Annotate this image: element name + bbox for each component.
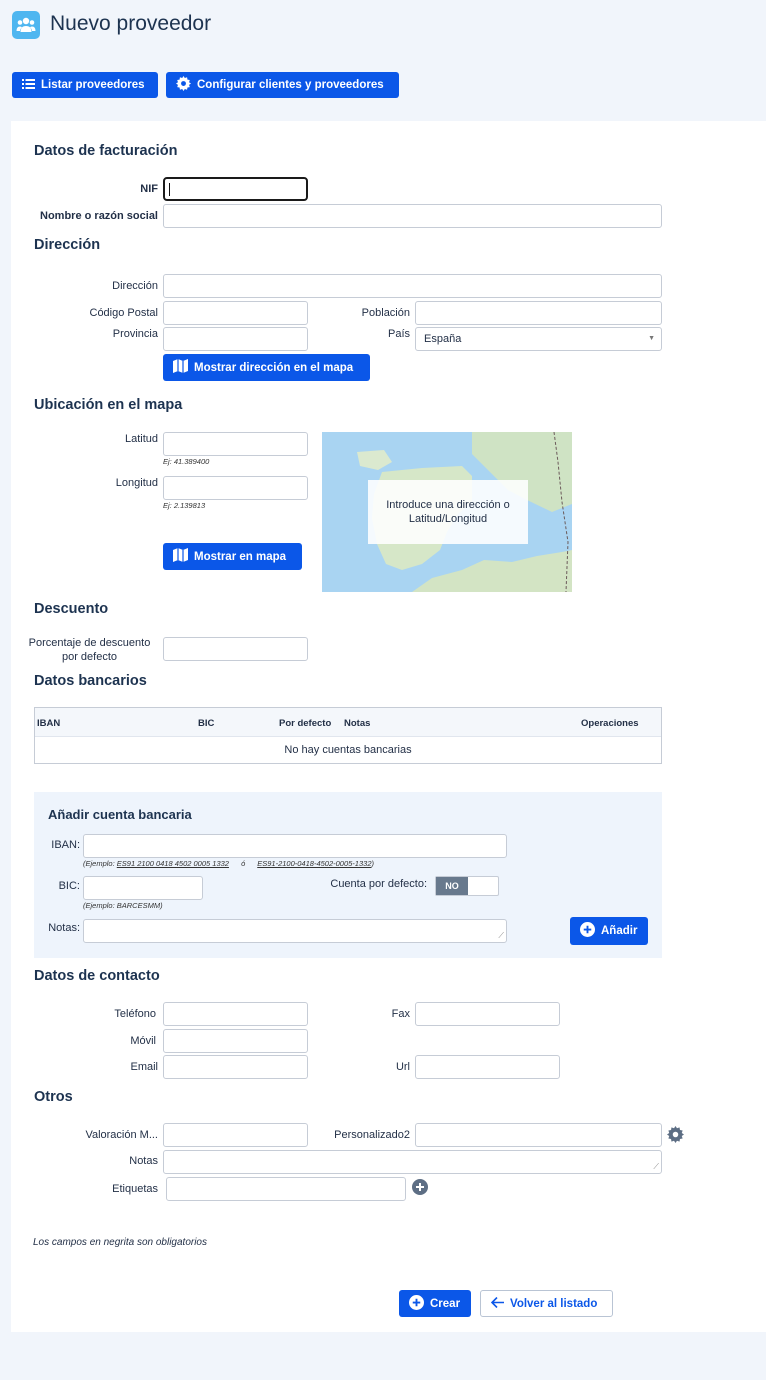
province-input[interactable]: [163, 327, 308, 351]
column-header-operations: Operaciones: [581, 718, 639, 729]
list-suppliers-button[interactable]: Listar proveedores: [12, 72, 158, 98]
resize-grip-icon: ⟋: [653, 1162, 659, 1171]
users-icon: [12, 11, 40, 39]
show-on-map-button[interactable]: Mostrar en mapa: [163, 543, 302, 570]
longitude-input[interactable]: [163, 476, 308, 500]
custom-field-input[interactable]: [415, 1123, 662, 1147]
email-input[interactable]: [163, 1055, 308, 1079]
location-map[interactable]: Introduce una dirección o Latitud/Longit…: [322, 432, 572, 592]
bank-notes-textarea[interactable]: ⟋: [83, 919, 507, 943]
iban-example-link[interactable]: ES91 2100 0418 4502 0005 1332: [117, 859, 229, 868]
empty-table-message: No hay cuentas bancarias: [284, 744, 412, 756]
add-tag-icon[interactable]: [412, 1179, 428, 1198]
tags-input[interactable]: [166, 1177, 406, 1201]
default-account-label: Cuenta por defecto:: [330, 878, 427, 890]
plus-circle-icon: [409, 1294, 424, 1313]
column-header-notes: Notas: [344, 718, 371, 729]
column-header-bic: BIC: [198, 718, 215, 729]
url-input[interactable]: [415, 1055, 560, 1079]
city-label: Población: [361, 307, 410, 319]
bank-accounts-table: IBAN BIC Por defecto Notas Operaciones N…: [34, 707, 662, 764]
country-label: País: [387, 328, 410, 340]
postal-code-input[interactable]: [163, 301, 308, 325]
nif-input[interactable]: [163, 177, 308, 201]
bic-input[interactable]: [83, 876, 203, 900]
bank-section-title: Datos bancarios: [34, 673, 147, 689]
bic-hint: (Ejemplo: BARCESMM): [83, 901, 163, 910]
map-icon: [173, 359, 188, 376]
default-account-toggle[interactable]: NO: [435, 876, 499, 896]
discount-input[interactable]: [163, 637, 308, 661]
province-label: Provincia: [112, 328, 158, 340]
other-notes-label: Notas: [129, 1155, 158, 1167]
show-address-map-button[interactable]: Mostrar dirección en el mapa: [163, 354, 370, 381]
back-to-list-button[interactable]: Volver al listado: [480, 1290, 613, 1317]
column-header-default: Por defecto: [279, 718, 332, 729]
latitude-hint: Ej: 41.389400: [163, 457, 210, 466]
required-fields-note: Los campos en negrita son obligatorios: [33, 1237, 207, 1248]
nif-label: NIF: [140, 183, 158, 195]
mobile-label: Móvil: [130, 1035, 156, 1047]
iban-label: IBAN:: [51, 839, 80, 851]
city-input[interactable]: [415, 301, 662, 325]
iban-input[interactable]: [83, 834, 507, 858]
email-label: Email: [130, 1061, 158, 1073]
rating-label: Valoración M...: [85, 1129, 158, 1141]
fax-input[interactable]: [415, 1002, 560, 1026]
list-icon: [22, 78, 35, 92]
longitude-hint: Ej: 2.139813: [163, 501, 206, 510]
billing-section-title: Datos de facturación: [34, 143, 178, 159]
address-section-title: Dirección: [34, 237, 101, 253]
latitude-label: Latitud: [124, 433, 158, 445]
iban-hint: (Ejemplo: ES91 2100 0418 4502 0005 1332 …: [83, 859, 374, 868]
discount-label: Porcentaje de descuento por defecto: [28, 637, 151, 663]
rating-input[interactable]: [163, 1123, 308, 1147]
chevron-down-icon: ▼: [648, 335, 655, 342]
mobile-input[interactable]: [163, 1029, 308, 1053]
add-bank-account-title: Añadir cuenta bancaria: [48, 807, 192, 822]
discount-section-title: Descuento: [34, 601, 109, 617]
plus-circle-icon: [580, 922, 595, 940]
longitude-label: Longitud: [115, 477, 158, 489]
configure-clients-button[interactable]: Configurar clientes y proveedores: [166, 72, 399, 98]
bic-label: BIC:: [58, 880, 80, 892]
address-label: Dirección: [112, 280, 158, 292]
create-button[interactable]: Crear: [399, 1290, 471, 1317]
page-title: Nuevo proveedor: [50, 12, 212, 35]
gear-icon[interactable]: [667, 1126, 684, 1146]
other-notes-textarea[interactable]: ⟋: [163, 1150, 662, 1174]
location-section-title: Ubicación en el mapa: [34, 397, 183, 413]
contact-section-title: Datos de contacto: [34, 968, 160, 984]
map-message: Introduce una dirección o Latitud/Longit…: [368, 480, 528, 544]
add-bank-account-button[interactable]: Añadir: [570, 917, 648, 945]
phone-input[interactable]: [163, 1002, 308, 1026]
phone-label: Teléfono: [114, 1008, 156, 1020]
tags-label: Etiquetas: [112, 1183, 158, 1195]
others-section-title: Otros: [34, 1089, 73, 1105]
postal-code-label: Código Postal: [89, 307, 159, 319]
iban-example-dashed-link[interactable]: ES91-2100-0418-4502-0005-1332: [257, 859, 371, 868]
gear-icon: [176, 76, 191, 94]
country-select[interactable]: España ▼: [415, 327, 662, 351]
bank-notes-label: Notas:: [48, 922, 80, 934]
custom-field-label: Personalizado2: [334, 1129, 410, 1141]
map-icon: [173, 548, 188, 565]
fax-label: Fax: [391, 1008, 410, 1020]
company-name-input[interactable]: [163, 204, 662, 228]
arrow-left-icon: [490, 1296, 504, 1311]
resize-grip-icon: ⟋: [498, 931, 504, 940]
company-name-label: Nombre o razón social: [40, 210, 158, 222]
address-input[interactable]: [163, 274, 662, 298]
latitude-input[interactable]: [163, 432, 308, 456]
url-label: Url: [395, 1061, 410, 1073]
column-header-iban: IBAN: [37, 718, 61, 729]
